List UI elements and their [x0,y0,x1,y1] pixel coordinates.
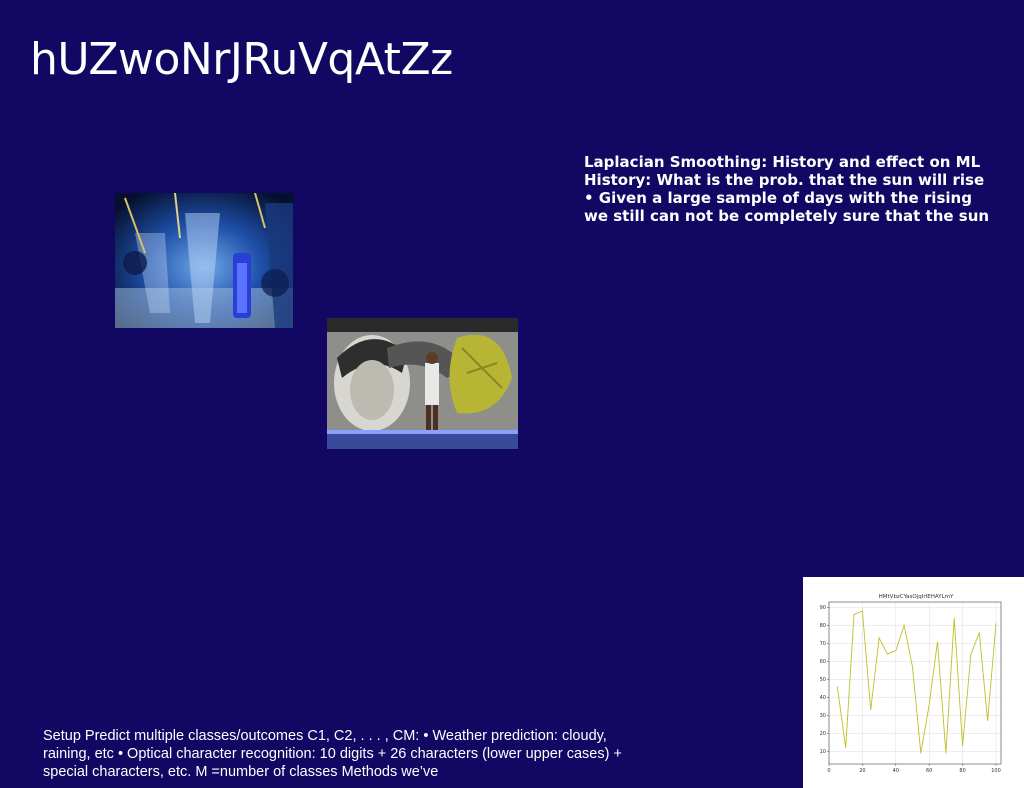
slide-text-block: Laplacian Smoothing: History and effect … [584,153,1024,225]
y-tick-label: 10 [820,749,826,755]
y-tick-label: 70 [820,641,826,647]
data-point [837,686,838,687]
data-point [845,747,846,749]
x-tick-label: 100 [991,768,1001,774]
x-tick-label: 60 [926,768,932,774]
data-point [920,752,922,754]
glassware-photo [115,193,293,328]
data-point [978,632,980,633]
data-point [945,752,947,754]
y-tick-label: 40 [820,695,826,701]
data-point [962,745,963,747]
x-tick-label: 40 [893,768,899,774]
line-chart-svg: HMtVbzCYasOjqIrIEHAYLmY 0 20 40 60 80 100 10 20… [820,594,1002,774]
text-line: Laplacian Smoothing: History and effect … [584,153,981,171]
y-tick-label: 80 [820,623,826,629]
series-line [836,610,997,754]
text-line: • Given a large sample of days with the … [584,189,972,207]
data-point [987,720,988,722]
text-line: History: What is the prob. that the sun … [584,171,985,189]
x-tick-label: 80 [959,768,965,774]
data-point [903,625,905,626]
data-point [928,704,930,705]
data-point [862,610,863,612]
text-line: we still can not be completely sure that… [584,207,990,225]
data-point [853,614,855,615]
line-chart: HMtVbzCYasOjqIrIEHAYLmY 0 20 40 60 80 100 10 20… [803,577,1024,788]
y-tick-label: 90 [820,605,826,611]
x-tick-label: 20 [859,768,865,774]
y-tick-label: 30 [820,713,826,719]
data-point [995,623,997,624]
x-tick-label: 0 [827,768,830,774]
data-point [878,637,880,639]
mural-photo [327,318,518,449]
data-point [953,617,955,619]
y-tick-label: 60 [820,659,826,665]
data-point [912,666,913,668]
chart-title: HMtVbzCYasOjqIrIEHAYLmY [879,594,954,600]
plot-frame [828,601,1002,765]
data-point [970,653,972,655]
y-tick-label: 50 [820,677,826,683]
data-point [887,653,888,655]
data-point [870,709,872,711]
setup-text: Setup Predict multiple classes/outcomes … [43,728,622,780]
slide-title: hUZwoNrJRuVqAtZz [30,34,453,85]
data-point [937,641,938,642]
data-point [895,650,897,651]
y-tick-label: 20 [820,731,826,737]
